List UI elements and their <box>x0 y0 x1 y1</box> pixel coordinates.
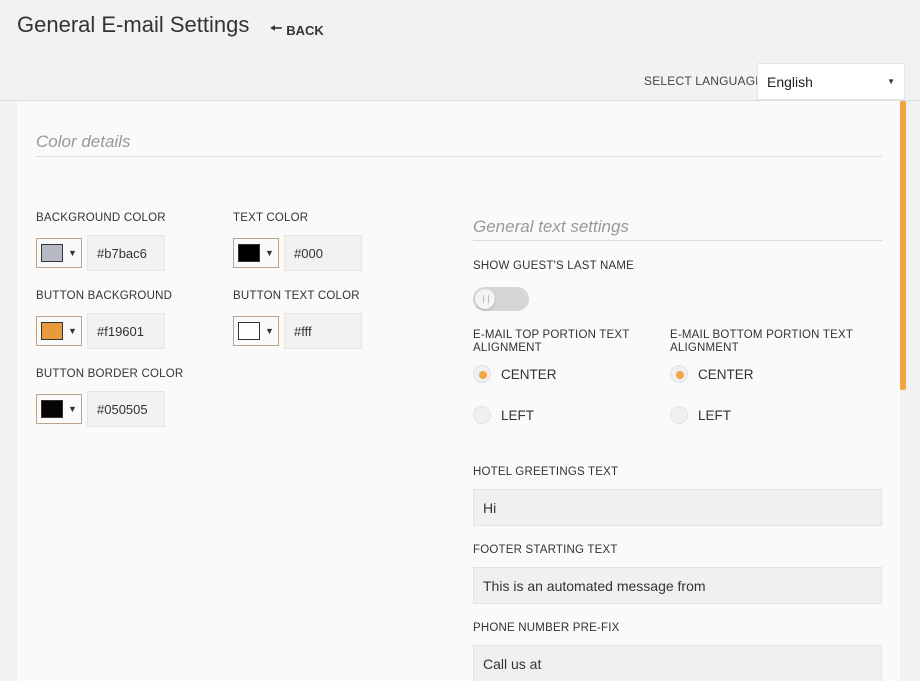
language-label: SELECT LANGUAGE <box>644 74 764 88</box>
button-border-color-label: BUTTON BORDER COLOR <box>36 368 184 380</box>
bottom-alignment-center-radio[interactable]: CENTER <box>670 365 754 383</box>
button-background-label: BUTTON BACKGROUND <box>36 290 173 302</box>
top-alignment-left-radio[interactable]: LEFT <box>473 406 534 424</box>
caret-down-icon: ▼ <box>68 404 77 414</box>
arrow-left-icon: 🠔 <box>270 20 283 36</box>
bottom-alignment-left-radio[interactable]: LEFT <box>670 406 731 424</box>
button-border-color-picker[interactable]: ▼ <box>36 394 82 424</box>
color-swatch <box>238 244 260 262</box>
button-border-color-input[interactable]: #050505 <box>87 391 165 427</box>
radio-dot <box>670 406 688 424</box>
color-details-divider <box>36 156 882 157</box>
button-text-color-label: BUTTON TEXT COLOR <box>233 290 360 302</box>
text-color-label: TEXT COLOR <box>233 212 309 224</box>
back-label: BACK <box>286 22 324 38</box>
greetings-label: HOTEL GREETINGS TEXT <box>473 466 619 478</box>
radio-label: LEFT <box>501 407 535 423</box>
language-selected: English <box>767 73 813 90</box>
caret-down-icon: ▼ <box>68 248 77 258</box>
button-background-input[interactable]: #f19601 <box>87 313 165 349</box>
show-last-name-toggle[interactable] <box>473 287 529 311</box>
back-button[interactable]: 🠔 BACK <box>270 18 324 42</box>
phone-prefix-label: PHONE NUMBER PRE-FIX <box>473 622 620 634</box>
footer-label: FOOTER STARTING TEXT <box>473 544 618 556</box>
general-text-title: General text settings <box>473 217 629 236</box>
color-details-title: Color details <box>36 132 131 151</box>
caret-down-icon: ▼ <box>68 326 77 336</box>
radio-dot <box>670 365 688 383</box>
radio-dot <box>473 365 491 383</box>
color-swatch <box>238 322 260 340</box>
color-swatch <box>41 400 63 418</box>
color-swatch <box>41 244 63 262</box>
radio-label: CENTER <box>501 366 557 382</box>
general-text-divider <box>473 240 882 241</box>
scrollbar[interactable] <box>900 101 906 390</box>
radio-label: LEFT <box>698 407 732 423</box>
bottom-alignment-label: E-MAIL BOTTOM PORTION TEXT ALIGNMENT <box>670 329 853 354</box>
text-color-picker[interactable]: ▼ <box>233 238 279 268</box>
caret-down-icon: ▼ <box>265 326 274 336</box>
radio-dot <box>473 406 491 424</box>
background-color-input[interactable]: #b7bac6 <box>87 235 165 271</box>
top-alignment-label: E-MAIL TOP PORTION TEXT ALIGNMENT <box>473 329 630 354</box>
phone-prefix-input[interactable]: Call us at <box>473 645 882 681</box>
language-select[interactable]: English ▼ <box>757 63 905 100</box>
show-last-name-label: SHOW GUEST'S LAST NAME <box>473 260 635 272</box>
greetings-input[interactable]: Hi <box>473 489 882 526</box>
background-color-picker[interactable]: ▼ <box>36 238 82 268</box>
button-text-color-picker[interactable]: ▼ <box>233 316 279 346</box>
caret-down-icon: ▼ <box>265 248 274 258</box>
button-background-picker[interactable]: ▼ <box>36 316 82 346</box>
text-color-input[interactable]: #000 <box>284 235 362 271</box>
radio-label: CENTER <box>698 366 754 382</box>
button-text-color-input[interactable]: #fff <box>284 313 362 349</box>
caret-down-icon: ▼ <box>887 77 895 86</box>
toggle-knob <box>475 289 495 309</box>
page-title: General E-mail Settings <box>17 12 250 37</box>
color-swatch <box>41 322 63 340</box>
top-alignment-center-radio[interactable]: CENTER <box>473 365 557 383</box>
background-color-label: BACKGROUND COLOR <box>36 212 166 224</box>
footer-input[interactable]: This is an automated message from <box>473 567 882 604</box>
